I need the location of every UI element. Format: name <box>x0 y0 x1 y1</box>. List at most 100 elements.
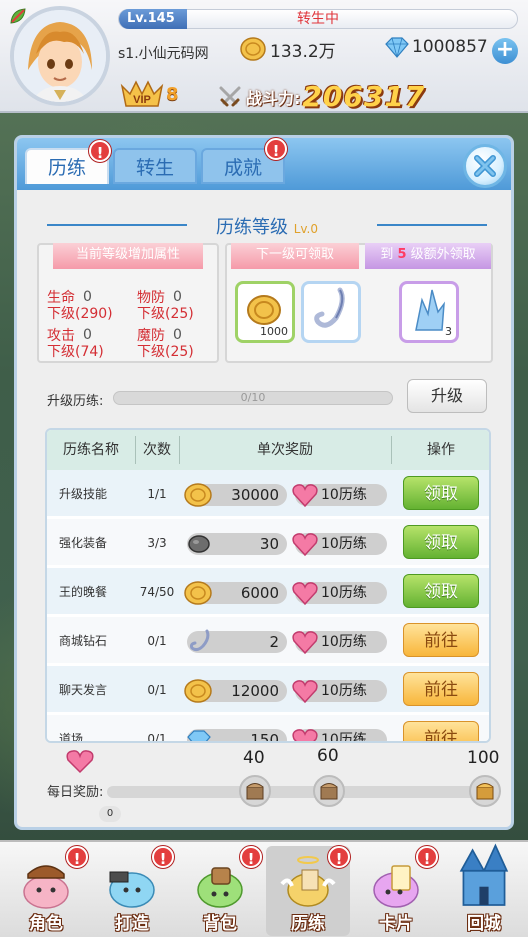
task-name: 王的晚餐 <box>59 585 108 599</box>
goto-button[interactable]: 前往 <box>403 721 479 741</box>
upgrade-progress-text: 0/10 <box>240 391 266 404</box>
chest-icon <box>320 783 338 800</box>
gold-amount: 133.2万 <box>270 41 336 62</box>
claim-button[interactable]: 领取 <box>403 574 479 608</box>
milestone-label: 100 <box>467 748 500 768</box>
battle-power-value: 206317 <box>302 80 426 113</box>
svg-text:VIP: VIP <box>133 94 151 106</box>
reward-amount: 2 <box>269 633 279 651</box>
claim-button[interactable]: 领取 <box>403 525 479 559</box>
reward-slot-gold[interactable]: 1000 <box>235 281 295 343</box>
header-action: 操作 <box>427 442 455 458</box>
reward-pill: 30 <box>187 533 287 555</box>
task-count: 0/1 <box>147 634 167 648</box>
extra-reward-ribbon: 到 5 级额外领取 <box>365 243 491 269</box>
stat-next: 下级(74) <box>47 344 104 360</box>
tab-rebirth[interactable]: 转生 <box>113 148 197 184</box>
stone-icon <box>188 535 210 553</box>
bottom-navigation: ! 角色 ! 打造 ! 背包 ! 历练 ! 卡片 回城 <box>0 840 528 937</box>
goto-button[interactable]: 前往 <box>403 672 479 706</box>
nav-label: 历练 <box>291 914 325 934</box>
goto-button[interactable]: 前往 <box>403 623 479 657</box>
exp-amount: 10历练 <box>321 585 367 601</box>
ribbon-level: 5 <box>397 247 407 262</box>
green-leaf-icon[interactable] <box>8 6 28 26</box>
exp-amount: 10历练 <box>321 634 367 650</box>
crossed-swords-icon <box>219 86 241 106</box>
task-count: 1/1 <box>147 487 167 501</box>
chest-60-button[interactable] <box>313 775 345 807</box>
header-reward: 单次奖励 <box>257 442 313 458</box>
reward-count: 3 <box>445 325 452 338</box>
reward-amount: 30 <box>259 535 279 553</box>
exp-amount: 10历练 <box>321 683 367 699</box>
gold-display: 133.2万 <box>240 36 336 62</box>
nav-role[interactable]: ! 角色 <box>4 846 88 936</box>
nav-label: 回城 <box>467 914 501 934</box>
table-row: 商城钻石 0/1 2 10历练 前往 <box>47 617 489 665</box>
chest-40-button[interactable] <box>239 775 271 807</box>
stat-next: 下级(25) <box>137 344 194 360</box>
forge-alert-icon: ! <box>152 846 174 868</box>
training-panel: 历练 ! 转生 成就 ! 历练等级 Lv.0 当前等级增加属性 生命 0 下级(… <box>14 135 514 830</box>
task-name: 道场 <box>59 732 84 743</box>
table-row: 王的晚餐 74/50 6000 10历练 领取 <box>47 568 489 616</box>
nav-label: 卡片 <box>379 914 413 934</box>
card-alert-icon: ! <box>416 846 438 868</box>
heart-gem-icon <box>66 750 94 774</box>
gold-coin-icon <box>240 37 266 61</box>
vip-display[interactable]: VIP 8 <box>120 80 179 108</box>
task-count: 0/1 <box>147 683 167 697</box>
table-header: 历练名称 次数 单次奖励 操作 <box>47 430 489 470</box>
nav-training[interactable]: ! 历练 <box>266 846 350 936</box>
exp-amount: 10历练 <box>321 732 367 743</box>
task-name: 强化装备 <box>59 536 108 550</box>
reward-amount: 12000 <box>231 682 279 700</box>
heart-gem-icon <box>292 533 318 557</box>
table-row: 升级技能 1/1 30000 10历练 领取 <box>47 470 489 518</box>
gold-coin-icon <box>247 295 281 325</box>
diamond-amount: 1000857 <box>412 37 488 57</box>
exp-pill: 10历练 <box>292 484 387 508</box>
nav-card[interactable]: ! 卡片 <box>354 846 438 936</box>
role-alert-icon: ! <box>66 846 88 868</box>
training-task-table: 历练名称 次数 单次奖励 操作 升级技能 1/1 30000 10历练 领取 强… <box>45 428 491 743</box>
claim-button[interactable]: 领取 <box>403 476 479 510</box>
header-count: 次数 <box>143 442 171 458</box>
task-name: 聊天发言 <box>59 683 108 697</box>
task-count: 0/1 <box>147 732 167 743</box>
chest-icon <box>246 783 264 800</box>
exp-pill: 10历练 <box>292 582 387 606</box>
reward-pill: 150 <box>187 729 287 741</box>
gold-coin-icon <box>184 679 212 703</box>
vip-badge-icon: VIP <box>120 80 164 107</box>
daily-reward-bar <box>107 786 492 798</box>
nav-bag[interactable]: ! 背包 <box>178 846 262 936</box>
diamond-icon <box>385 37 409 58</box>
nav-return-city[interactable]: 回城 <box>442 843 526 936</box>
player-header: Lv.145 转生中 s1.小仙元码网 133.2万 1000857 + VIP… <box>0 0 528 113</box>
diamond-icon <box>187 730 211 741</box>
reward-slot-crystal[interactable]: 3 <box>399 281 459 343</box>
table-row: 道场 0/1 150 10历练 前往 <box>47 715 489 743</box>
exp-pill: 10历练 <box>292 729 387 743</box>
heart-gem-icon <box>292 680 318 704</box>
achievement-alert-icon: ! <box>265 138 287 160</box>
training-alert-icon: ! <box>89 140 111 162</box>
hook-icon <box>314 287 345 328</box>
upgrade-button[interactable]: 升级 <box>407 379 487 413</box>
heart-gem-icon <box>292 729 318 741</box>
reward-amount: 30000 <box>231 486 279 504</box>
reward-slot-hook[interactable] <box>301 281 361 343</box>
add-diamond-button[interactable]: + <box>492 38 518 64</box>
nav-forge[interactable]: ! 打造 <box>90 846 174 936</box>
close-icon <box>474 155 496 177</box>
reward-amount: 6000 <box>240 584 279 602</box>
section-title-text: 历练等级 <box>215 217 288 238</box>
close-button[interactable] <box>463 144 507 188</box>
daily-reward-label: 每日奖励: <box>47 785 104 800</box>
chest-100-button[interactable] <box>469 775 501 807</box>
next-level-ribbon: 下一级可领取 <box>231 243 359 269</box>
task-name: 商城钻石 <box>59 634 108 648</box>
heart-gem-icon <box>292 484 318 508</box>
